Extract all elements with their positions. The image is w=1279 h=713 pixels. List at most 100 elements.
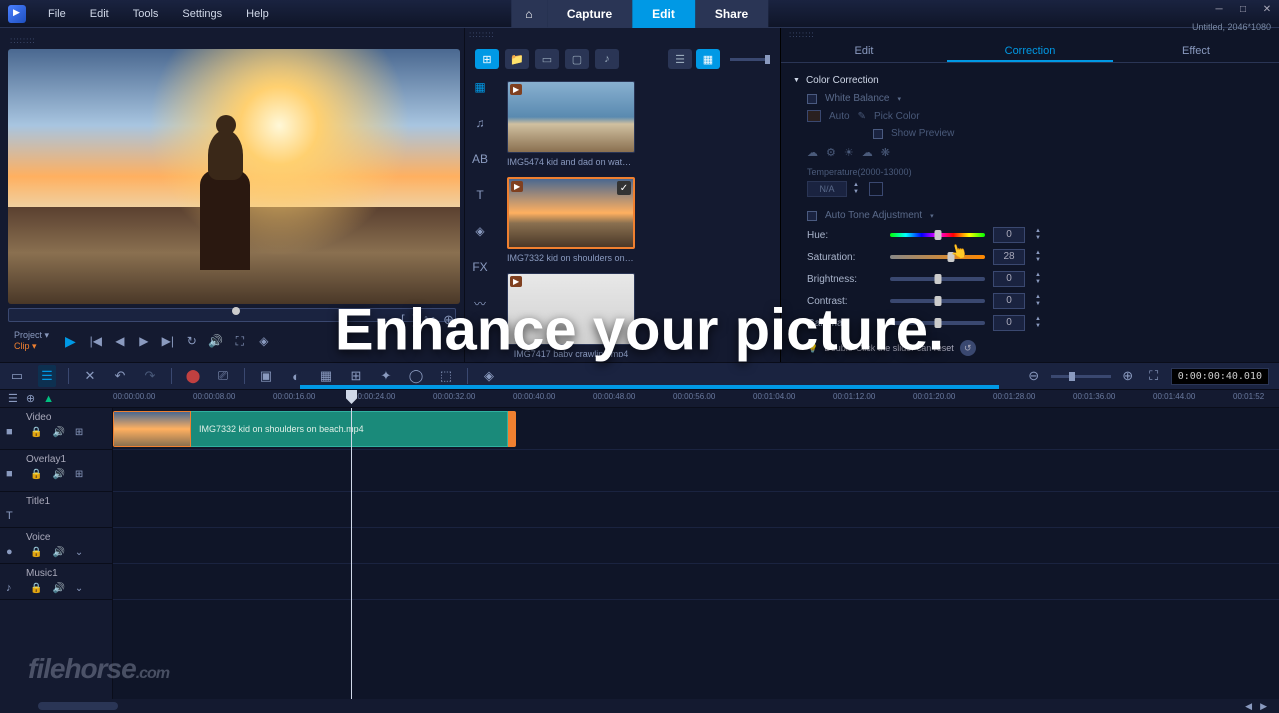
track-row[interactable] (113, 564, 1279, 600)
param-slider[interactable] (890, 253, 985, 261)
timeline-view-button[interactable]: ☰ (38, 365, 56, 387)
timeline-clip[interactable]: IMG7332 kid on shoulders on beach.mp4 (113, 411, 516, 447)
tool-g-button[interactable]: ⬚ (437, 368, 455, 384)
track-button[interactable]: ⌄ (75, 583, 83, 594)
edit-subtab[interactable]: Edit (781, 41, 947, 62)
zoom-in-button[interactable]: ⊕ (1119, 368, 1137, 384)
goto-start-button[interactable]: |◀ (88, 334, 104, 348)
tool-c-button[interactable]: ▦ (317, 368, 335, 384)
white-balance-checkbox[interactable] (807, 94, 817, 104)
track-row[interactable] (113, 492, 1279, 528)
pick-color-button[interactable]: Pick Color (874, 111, 920, 122)
loop-button[interactable]: ↻ (184, 334, 200, 348)
track-button[interactable]: ⊞ (75, 469, 83, 480)
clip-edge-handle[interactable] (508, 411, 516, 447)
spin-up-icon[interactable]: ▲ (1033, 294, 1043, 301)
grid-view-button[interactable]: ▦ (696, 49, 720, 69)
track-header[interactable]: Music1 ♪🔒🔊⌄ (0, 564, 112, 600)
media-tab-icon[interactable]: ▦ (469, 76, 491, 98)
home-tab[interactable]: ⌂ (511, 0, 547, 28)
effect-subtab[interactable]: Effect (1113, 41, 1279, 62)
folder-button[interactable]: 📁 (505, 49, 529, 69)
track-button[interactable]: 🔒 (30, 547, 42, 558)
fluorescent-icon[interactable]: ⚙ (826, 146, 836, 159)
video-filter-button[interactable]: ▭ (535, 49, 559, 69)
param-slider[interactable] (890, 319, 985, 327)
drag-handle-icon[interactable]: :::::::: (6, 34, 458, 47)
track-row[interactable] (113, 528, 1279, 564)
temp-reset-button[interactable] (869, 182, 883, 196)
spin-up-icon[interactable]: ▲ (851, 182, 861, 189)
library-item[interactable]: ▶✓ IMG7332 kid on shoulders on beach.mp4 (507, 177, 635, 263)
timecode-display[interactable]: 0:00:00:40.010 (1171, 368, 1269, 385)
maximize-button[interactable]: □ (1235, 2, 1251, 16)
storyboard-view-button[interactable]: ▭ (8, 368, 26, 384)
library-item[interactable]: ▶ IMG7417 baby crawling.mp4 (507, 273, 635, 357)
auto-button[interactable]: Auto (829, 111, 850, 122)
track-button[interactable]: 🔒 (30, 427, 42, 438)
spin-up-icon[interactable]: ▲ (1033, 250, 1043, 257)
track-row[interactable] (113, 450, 1279, 492)
spin-down-icon[interactable]: ▼ (1033, 323, 1043, 330)
prev-frame-button[interactable]: ◀ (112, 334, 128, 348)
spin-down-icon[interactable]: ▼ (1033, 301, 1043, 308)
playhead[interactable] (351, 408, 352, 699)
title-tab-icon[interactable]: T (469, 184, 491, 206)
eyedropper-icon[interactable]: ✎ (858, 111, 866, 122)
spin-down-icon[interactable]: ▼ (1033, 257, 1043, 264)
tools-button[interactable]: ✕ (81, 368, 99, 384)
track-row[interactable]: IMG7332 kid on shoulders on beach.mp4 (113, 408, 1279, 450)
track-button[interactable]: 🔊 (52, 427, 64, 438)
minimize-button[interactable]: ─ (1211, 2, 1227, 16)
correction-subtab[interactable]: Correction (947, 41, 1113, 62)
import-button[interactable]: ⊞ (475, 49, 499, 69)
daylight-icon[interactable]: ☀ (844, 146, 854, 159)
track-header[interactable]: Title1 T (0, 492, 112, 528)
thumb-size-slider[interactable] (730, 58, 770, 61)
graphic-tab-icon[interactable]: ◈ (469, 220, 491, 242)
scroll-right-icon[interactable]: ▶ (1256, 701, 1271, 712)
record-button[interactable]: ⬤ (184, 368, 202, 384)
track-button[interactable]: ⊞ (75, 427, 83, 438)
track-toggle-button[interactable]: ▲ (43, 393, 54, 405)
spin-down-icon[interactable]: ▼ (851, 189, 861, 196)
track-button[interactable]: 🔒 (30, 583, 42, 594)
transition-tab-icon[interactable]: AB (469, 148, 491, 170)
param-value[interactable]: 0 (993, 315, 1025, 331)
param-slider[interactable] (890, 275, 985, 283)
marker-button[interactable]: ◈ (256, 334, 272, 348)
menu-settings[interactable]: Settings (172, 4, 232, 24)
param-value[interactable]: 0 (993, 293, 1025, 309)
spin-up-icon[interactable]: ▲ (1033, 316, 1043, 323)
drag-handle-icon[interactable]: :::::::: (465, 28, 780, 41)
fullscreen-button[interactable]: ⛶ (232, 334, 248, 349)
show-preview-checkbox[interactable] (873, 129, 883, 139)
play-button[interactable]: ▶ (61, 333, 80, 350)
color-correction-section[interactable]: Color Correction (793, 71, 1267, 90)
timeline-ruler[interactable]: ☰ ⊕ ▲ 00:00:00.0000:00:08.0000:00:16.000… (0, 390, 1279, 408)
edit-tab[interactable]: Edit (632, 0, 695, 28)
track-button[interactable]: ⌄ (75, 547, 83, 558)
project-mode-label[interactable]: Project ▾ (14, 330, 49, 341)
close-button[interactable]: ✕ (1259, 2, 1275, 16)
goto-end-button[interactable]: ▶| (160, 334, 176, 348)
undo-button[interactable]: ↶ (111, 368, 129, 384)
zoom-slider[interactable] (1051, 375, 1111, 378)
param-value[interactable]: 0 (993, 227, 1025, 243)
sound-tab-icon[interactable]: ♫ (469, 112, 491, 134)
add-track-button[interactable]: ⊕ (26, 392, 35, 405)
clip-mode-label[interactable]: Clip ▾ (14, 341, 53, 352)
next-frame-button[interactable]: ▶ (136, 334, 152, 348)
mark-out-button[interactable]: ] (413, 312, 417, 328)
path-tab-icon[interactable]: 〰 (469, 292, 491, 314)
snapshot-button[interactable]: ⊕ (443, 312, 454, 328)
capture-tab[interactable]: Capture (547, 0, 632, 28)
photo-filter-button[interactable]: ▢ (565, 49, 589, 69)
track-header[interactable]: Overlay1 ■🔒🔊⊞ (0, 450, 112, 492)
tool-f-button[interactable]: ◯ (407, 368, 425, 384)
cloudy-icon[interactable]: ☁ (862, 146, 873, 159)
menu-edit[interactable]: Edit (80, 4, 119, 24)
shade-icon[interactable]: ❋ (881, 146, 890, 159)
scroll-left-icon[interactable]: ◀ (1241, 701, 1256, 712)
fx-tab-icon[interactable]: FX (469, 256, 491, 278)
